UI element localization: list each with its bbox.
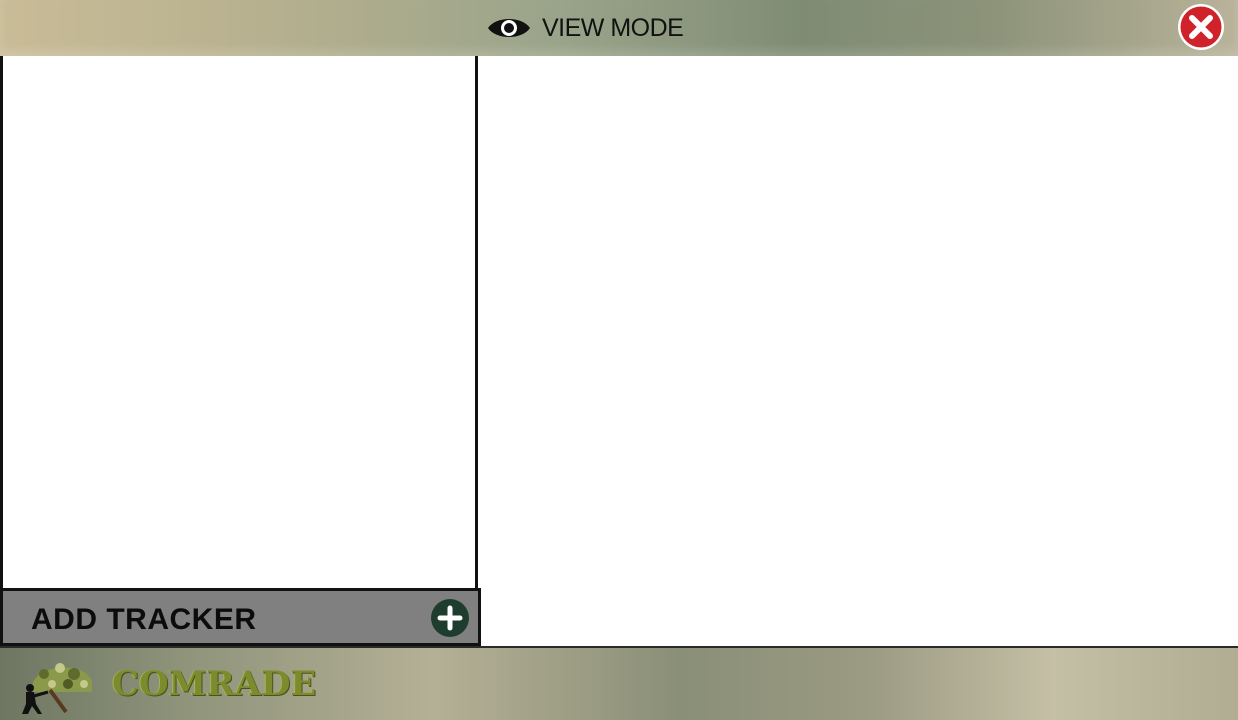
add-tracker-label: ADD TRACKER bbox=[31, 603, 257, 636]
add-tracker-button[interactable]: ADD TRACKER bbox=[0, 588, 481, 646]
tracker-list-panel[interactable] bbox=[0, 56, 478, 588]
close-icon bbox=[1178, 4, 1224, 50]
eye-icon bbox=[488, 19, 530, 37]
mode-title: VIEW MODE bbox=[486, 10, 684, 46]
brand-name: COMRADE bbox=[112, 664, 317, 704]
top-bar: VIEW MODE bbox=[0, 0, 1238, 56]
plus-circle-icon[interactable] bbox=[430, 598, 470, 638]
soldier-helmet-logo bbox=[14, 652, 100, 718]
page-title: VIEW MODE bbox=[542, 13, 684, 42]
bottom-bar: COMRADE bbox=[0, 646, 1238, 720]
detail-view-panel bbox=[482, 58, 1238, 644]
close-button[interactable] bbox=[1177, 3, 1225, 51]
